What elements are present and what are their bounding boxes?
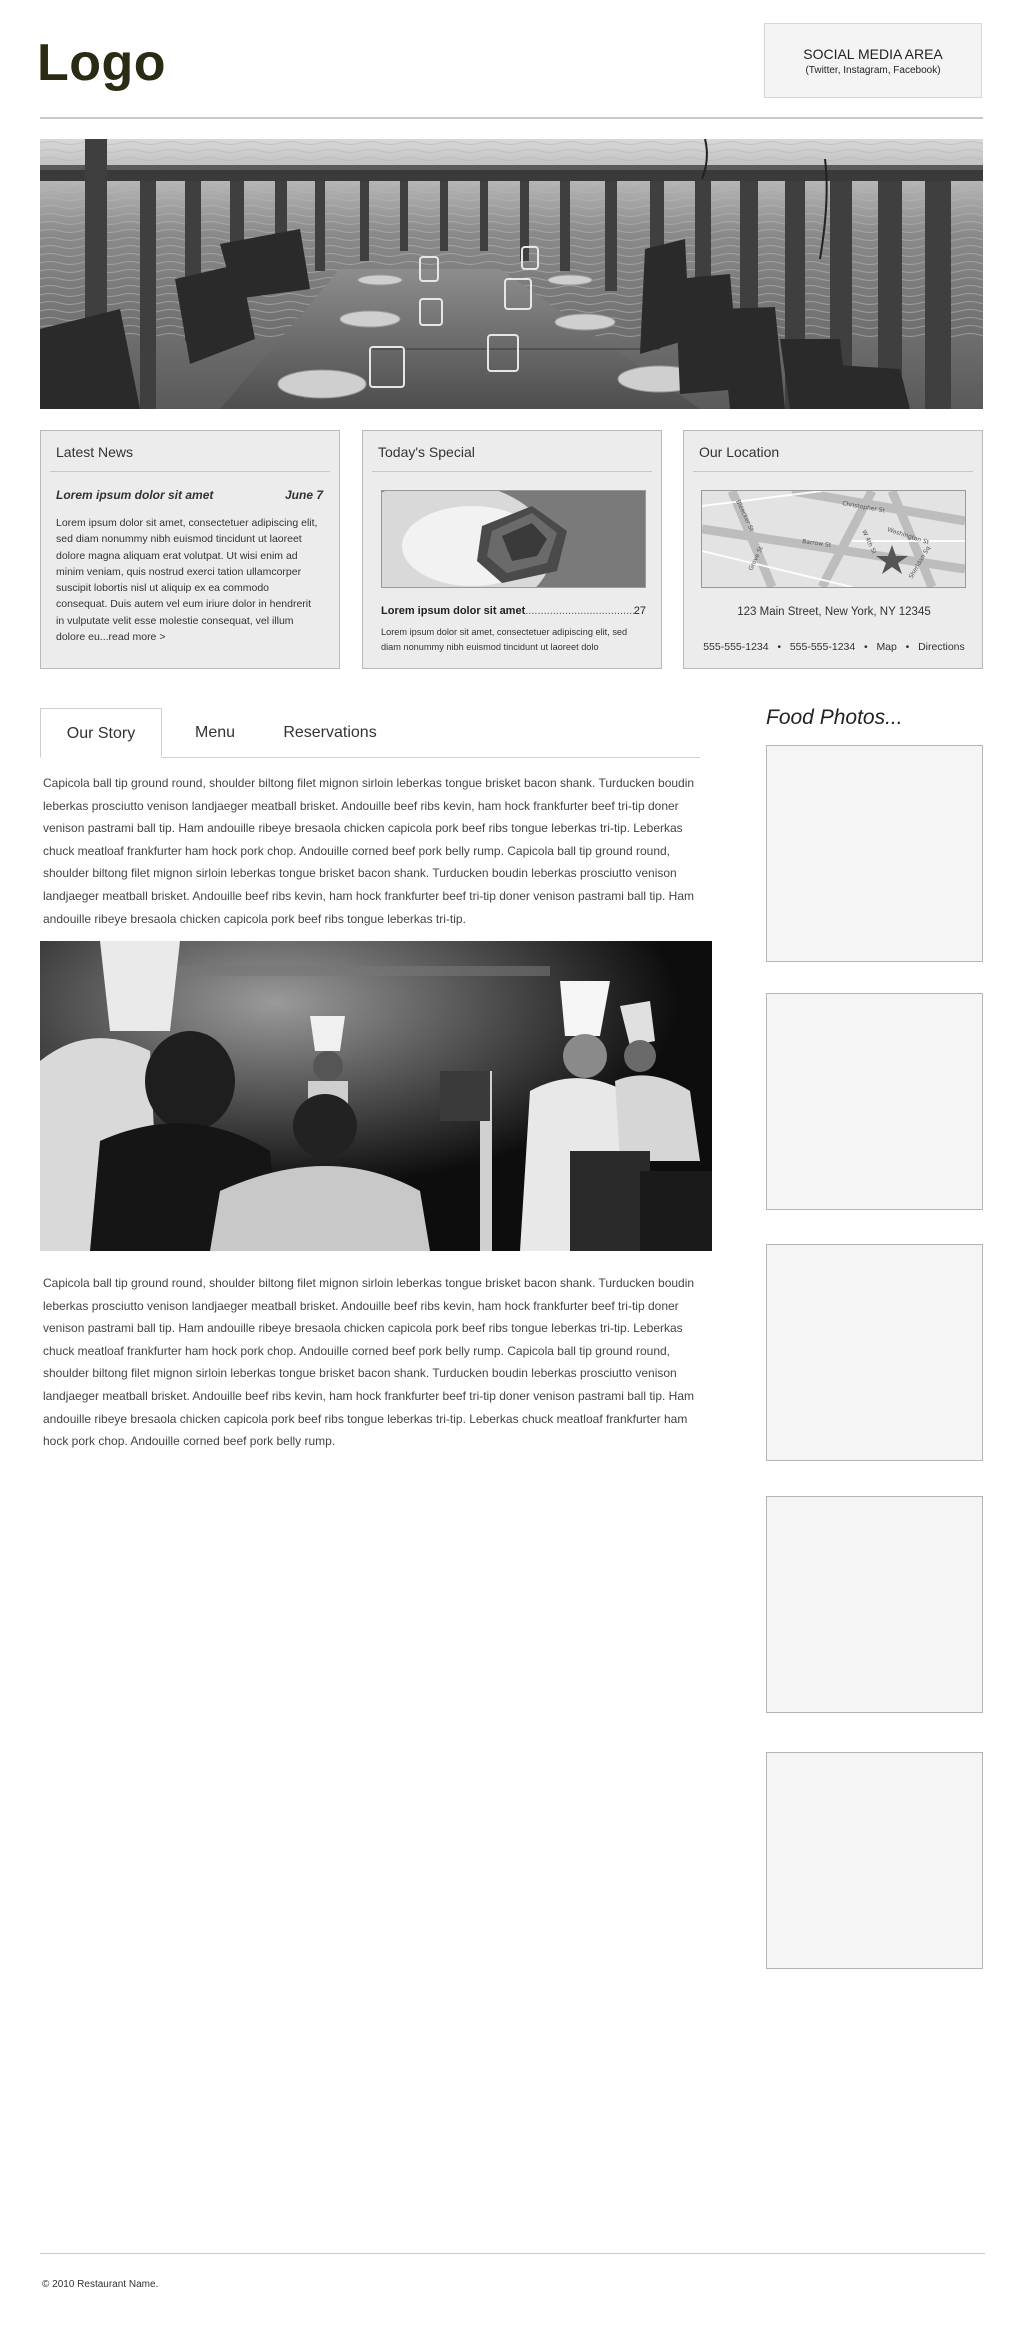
location-links: 555-555-1234 • 555-555-1234 • Map • Dire…: [684, 641, 984, 653]
copyright-text: © 2010 Restaurant Name.: [42, 2279, 159, 2290]
tab-menu[interactable]: Menu: [174, 708, 256, 757]
special-dish-name: Lorem ipsum dolor sit amet: [381, 605, 526, 617]
phone-number-2[interactable]: 555-555-1234: [790, 641, 855, 653]
special-dish-line[interactable]: Lorem ipsum dolor sit amet .............…: [381, 605, 646, 617]
news-item-date: June 7: [284, 488, 323, 502]
hero-image: [40, 139, 983, 409]
food-photo-5[interactable]: [766, 1752, 983, 1969]
todays-special-divider: [372, 471, 652, 472]
content-tabs: Our Story Menu Reservations: [40, 708, 700, 758]
separator-dot-icon: •: [777, 641, 782, 653]
food-photo-2[interactable]: [766, 993, 983, 1210]
food-photos-title: Food Photos...: [766, 706, 903, 729]
special-dish-price: 27: [633, 605, 646, 617]
tab-our-story[interactable]: Our Story: [40, 708, 162, 758]
food-photo-1[interactable]: [766, 745, 983, 962]
kitchen-image: [40, 941, 712, 1251]
food-photo-4[interactable]: [766, 1496, 983, 1713]
news-item-title[interactable]: Lorem ipsum dolor sit amet: [56, 488, 213, 502]
separator-dot-icon: •: [863, 641, 868, 653]
logo[interactable]: Logo: [37, 28, 166, 98]
our-location-panel: Our Location Washington St Barrow St W 4…: [683, 430, 983, 669]
social-media-title: SOCIAL MEDIA AREA: [803, 46, 943, 62]
latest-news-panel: Latest News Lorem ipsum dolor sit amet J…: [40, 430, 340, 669]
special-dish-description: Lorem ipsum dolor sit amet, consectetuer…: [381, 627, 628, 652]
our-location-divider: [693, 471, 973, 472]
social-media-subtitle: (Twitter, Instagram, Facebook): [805, 65, 941, 76]
location-address: 123 Main Street, New York, NY 12345: [737, 606, 931, 618]
directions-link[interactable]: Directions: [918, 641, 965, 653]
special-dish-image[interactable]: [381, 490, 646, 588]
latest-news-heading: Latest News: [56, 444, 134, 460]
story-paragraph-2: Capicola ball tip ground round, shoulder…: [43, 1276, 695, 1449]
todays-special-panel: Today's Special Lorem ipsum dolor sit am…: [362, 430, 662, 669]
separator-dot-icon: •: [905, 641, 910, 653]
story-paragraph-1: Capicola ball tip ground round, shoulder…: [43, 776, 695, 926]
food-photo-3[interactable]: [766, 1244, 983, 1461]
news-item-body: Lorem ipsum dolor sit amet, consectetuer…: [56, 515, 321, 645]
location-map[interactable]: Washington St Barrow St W 4th St Bleecke…: [701, 490, 966, 588]
footer-divider: [40, 2253, 985, 2254]
social-media-area[interactable]: SOCIAL MEDIA AREA (Twitter, Instagram, F…: [764, 23, 982, 98]
map-link[interactable]: Map: [876, 641, 896, 653]
todays-special-heading: Today's Special: [378, 444, 475, 460]
special-dish-leader: ........................................…: [525, 605, 634, 617]
news-item-text: Lorem ipsum dolor sit amet, consectetuer…: [56, 517, 318, 644]
read-more-link[interactable]: read more >: [109, 631, 166, 643]
latest-news-divider: [50, 471, 330, 472]
header-divider: [40, 117, 983, 119]
phone-number-1[interactable]: 555-555-1234: [703, 641, 768, 653]
tab-reservations[interactable]: Reservations: [270, 708, 390, 757]
our-location-heading: Our Location: [699, 444, 780, 460]
